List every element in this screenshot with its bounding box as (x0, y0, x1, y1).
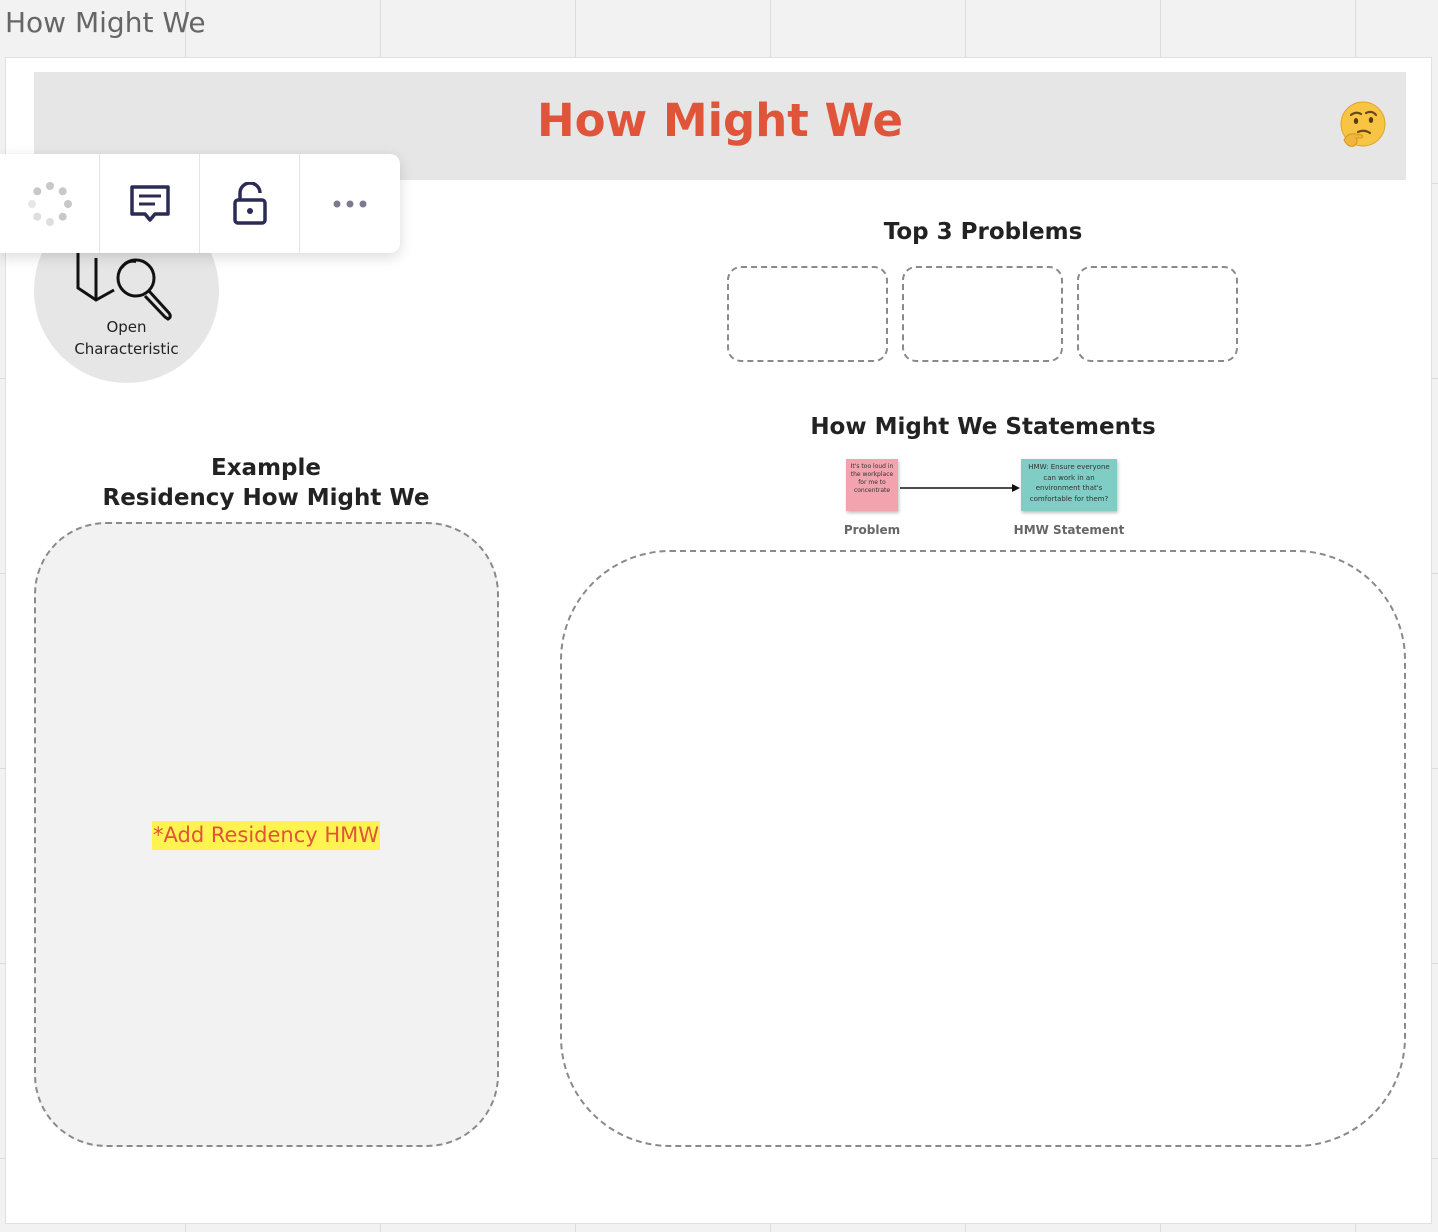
problem-slot-3[interactable] (1077, 266, 1238, 362)
example-problem-sticky[interactable]: It's too loud in the workplace for me to… (846, 459, 898, 511)
more-button[interactable] (300, 154, 400, 253)
method-label: Open Characteristic (34, 316, 219, 360)
method-label-line2: Characteristic (74, 340, 179, 358)
comment-icon (129, 184, 170, 222)
context-toolbar (0, 154, 400, 253)
example-hmw-sticky[interactable]: HMW: Ensure everyone can work in an envi… (1021, 459, 1117, 511)
arrow-connector (900, 484, 1020, 492)
comment-button[interactable] (100, 154, 200, 253)
method-label-line1: Open (106, 318, 147, 336)
loading-icon (27, 181, 72, 226)
problem-slot-1[interactable] (727, 266, 888, 362)
problem-slot-2[interactable] (902, 266, 1063, 362)
page-title: How Might We (537, 94, 903, 147)
hmw-statements-heading: How Might We Statements (810, 414, 1156, 440)
hmw-statement-caption: HMW Statement (1013, 523, 1125, 537)
residency-heading: Example Residency How Might We (66, 453, 466, 513)
top-problems-heading: Top 3 Problems (883, 219, 1083, 245)
residency-heading-line1: Example (211, 455, 321, 481)
lock-button[interactable] (200, 154, 300, 253)
residency-heading-line2: Residency How Might We (102, 485, 430, 511)
more-icon (333, 200, 367, 207)
thinking-face-icon (1340, 101, 1386, 147)
problem-caption: Problem (843, 523, 901, 537)
loading-button[interactable] (0, 154, 100, 253)
hmw-statements-area[interactable] (560, 550, 1406, 1147)
unlock-icon (232, 181, 267, 225)
frame-title[interactable]: How Might We (5, 6, 206, 39)
residency-placeholder[interactable]: *Add Residency HMW (152, 821, 381, 850)
